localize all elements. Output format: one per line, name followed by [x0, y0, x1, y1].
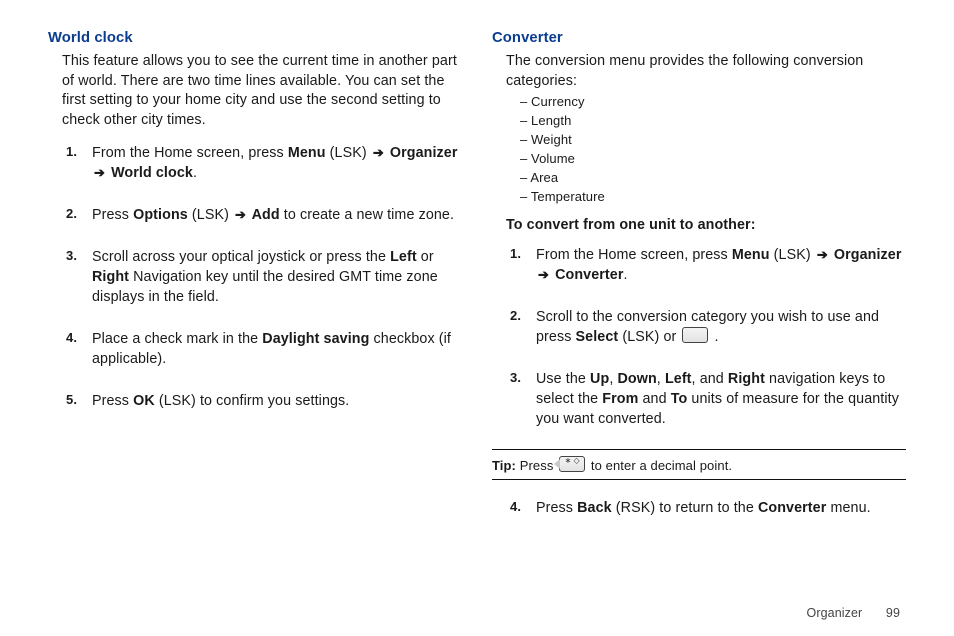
- column-right: Converter The conversion menu provides t…: [492, 30, 906, 538]
- back-label: Back: [577, 500, 612, 516]
- text: .: [624, 267, 628, 283]
- text: Use the: [536, 371, 590, 387]
- list-item: – Area: [520, 169, 906, 188]
- conversion-categories: – Currency – Length – Weight – Volume – …: [492, 93, 906, 206]
- up-key-label: Up: [590, 371, 609, 387]
- text: Press: [92, 393, 133, 409]
- step-4: Press Back (RSK) to return to the Conver…: [536, 496, 906, 524]
- list-item: – Currency: [520, 93, 906, 112]
- text: Press: [92, 207, 133, 223]
- text: (LSK): [188, 207, 233, 223]
- category-label: Length: [531, 113, 571, 128]
- right-key-label: Right: [728, 371, 765, 387]
- daylight-saving-label: Daylight saving: [262, 331, 369, 347]
- text: (LSK) to confirm you settings.: [155, 393, 350, 409]
- organizer-label: Organizer: [830, 247, 902, 263]
- options-label: Options: [133, 207, 188, 223]
- text: , and: [692, 371, 728, 387]
- step-2: Press Options (LSK) ➔ Add to create a ne…: [92, 203, 462, 231]
- ok-label: OK: [133, 393, 155, 409]
- column-left: World clock This feature allows you to s…: [48, 30, 462, 538]
- menu-label: Menu: [288, 145, 326, 161]
- category-label: Currency: [531, 94, 585, 109]
- add-label: Add: [248, 207, 280, 223]
- arrow-icon: ➔: [371, 146, 386, 159]
- text: .: [193, 165, 197, 181]
- step-4: Place a check mark in the Daylight savin…: [92, 327, 462, 375]
- text: (LSK) or: [618, 329, 680, 345]
- arrow-icon: ➔: [233, 208, 248, 221]
- converter-label: Converter: [551, 267, 624, 283]
- text: From the Home screen, press: [536, 247, 732, 263]
- arrow-icon: ➔: [536, 268, 551, 281]
- right-key-label: Right: [92, 269, 129, 285]
- text: Press: [536, 500, 577, 516]
- converter-intro: The conversion menu provides the followi…: [492, 52, 906, 91]
- text: .: [710, 329, 718, 345]
- category-label: Area: [530, 170, 558, 185]
- step-1: From the Home screen, press Menu (LSK) ➔…: [536, 243, 906, 291]
- left-key-label: Left: [665, 371, 692, 387]
- step-3: Use the Up, Down, Left, and Right naviga…: [536, 367, 906, 435]
- list-item: – Weight: [520, 131, 906, 150]
- star-key-icon: [559, 456, 585, 472]
- to-label: To: [671, 391, 688, 407]
- converter-label: Converter: [758, 500, 826, 516]
- organizer-label: Organizer: [386, 145, 458, 161]
- text: (LSK): [770, 247, 815, 263]
- down-key-label: Down: [617, 371, 656, 387]
- text: Navigation key until the desired GMT tim…: [92, 269, 438, 305]
- footer-section: Organizer: [807, 606, 863, 620]
- text: to enter a decimal point.: [587, 458, 732, 473]
- step-2: Scroll to the conversion category you wi…: [536, 305, 906, 353]
- world-clock-steps: From the Home screen, press Menu (LSK) ➔…: [48, 141, 462, 417]
- world-clock-label: World clock: [107, 165, 193, 181]
- list-item: – Volume: [520, 150, 906, 169]
- left-key-label: Left: [390, 249, 417, 265]
- text: From the Home screen, press: [92, 145, 288, 161]
- world-clock-intro: This feature allows you to see the curre…: [48, 52, 462, 131]
- category-label: Weight: [531, 132, 572, 147]
- page-number: 99: [886, 606, 900, 620]
- text: (RSK) to return to the: [612, 500, 758, 516]
- text: to create a new time zone.: [280, 207, 454, 223]
- text: and: [638, 391, 670, 407]
- list-item: – Length: [520, 112, 906, 131]
- step-5: Press OK (LSK) to confirm you settings.: [92, 389, 462, 417]
- step-1: From the Home screen, press Menu (LSK) ➔…: [92, 141, 462, 189]
- text: ,: [657, 371, 665, 387]
- text: or: [417, 249, 434, 265]
- converter-steps: From the Home screen, press Menu (LSK) ➔…: [492, 243, 906, 435]
- from-label: From: [602, 391, 638, 407]
- category-label: Temperature: [531, 189, 605, 204]
- arrow-icon: ➔: [92, 166, 107, 179]
- arrow-icon: ➔: [815, 248, 830, 261]
- menu-label: Menu: [732, 247, 770, 263]
- step-3: Scroll across your optical joystick or p…: [92, 245, 462, 313]
- select-label: Select: [576, 329, 619, 345]
- text: Place a check mark in the: [92, 331, 262, 347]
- heading-world-clock: World clock: [48, 30, 462, 46]
- text: Press: [516, 458, 557, 473]
- heading-converter: Converter: [492, 30, 906, 46]
- category-label: Volume: [531, 151, 575, 166]
- text: (LSK): [326, 145, 371, 161]
- list-item: – Temperature: [520, 188, 906, 207]
- text: menu.: [826, 500, 870, 516]
- center-key-icon: [682, 327, 708, 343]
- tip-box: Tip: Press to enter a decimal point.: [492, 449, 906, 480]
- text: Scroll across your optical joystick or p…: [92, 249, 390, 265]
- converter-steps-cont: Press Back (RSK) to return to the Conver…: [492, 496, 906, 524]
- tip-label: Tip:: [492, 458, 516, 473]
- page-footer: Organizer 99: [807, 606, 900, 620]
- sub-heading-convert: To convert from one unit to another:: [492, 217, 906, 233]
